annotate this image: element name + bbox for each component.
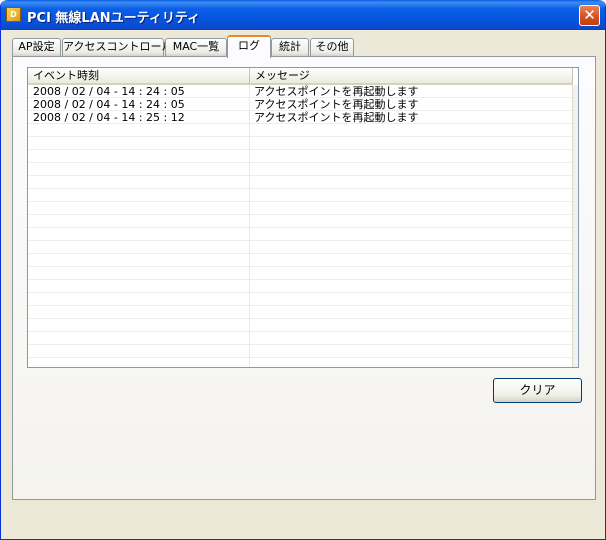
log-tab-panel: イベント時刻 メッセージ 2008 / 02 / 04 - 14 : 24 : … [12,56,596,500]
table-row[interactable]: 2008 / 02 / 04 - 14 : 24 : 05 アクセスポイントを再… [28,85,578,98]
event-time-cell: 2008 / 02 / 04 - 14 : 24 : 05 [33,98,185,111]
title-bar[interactable]: D PCI 無線LANユーティリティ ✕ [1,0,605,30]
log-list-header: イベント時刻 メッセージ [28,68,578,85]
tab-log[interactable]: ログ [227,35,271,58]
log-list-body: 2008 / 02 / 04 - 14 : 24 : 05 アクセスポイントを再… [28,85,578,367]
window-title: PCI 無線LANユーティリティ [27,11,201,26]
tab-access-control[interactable]: アクセスコントロール [62,38,172,56]
event-time-cell: 2008 / 02 / 04 - 14 : 24 : 05 [33,85,185,98]
clear-button[interactable]: クリア [493,378,582,403]
app-icon: D [6,7,21,22]
window-footer [10,504,598,530]
log-list[interactable]: イベント時刻 メッセージ 2008 / 02 / 04 - 14 : 24 : … [27,67,579,368]
message-cell: アクセスポイントを再起動します [254,111,419,124]
tab-mac-list[interactable]: MAC一覧 [165,38,227,56]
table-row[interactable]: 2008 / 02 / 04 - 14 : 24 : 05 アクセスポイントを再… [28,98,578,111]
column-divider [249,85,250,367]
event-time-cell: 2008 / 02 / 04 - 14 : 25 : 12 [33,111,185,124]
tab-ap-settings[interactable]: AP設定 [12,38,61,56]
table-row[interactable]: 2008 / 02 / 04 - 14 : 25 : 12 アクセスポイントを再… [28,111,578,124]
list-scroll-edge [572,85,578,367]
close-button[interactable]: ✕ [579,5,600,26]
column-header-event-time[interactable]: イベント時刻 [28,68,250,85]
message-cell: アクセスポイントを再起動します [254,98,419,111]
message-cell: アクセスポイントを再起動します [254,85,419,98]
column-header-message[interactable]: メッセージ [250,68,573,85]
tab-statistics[interactable]: 統計 [271,38,309,56]
utility-window: D PCI 無線LANユーティリティ ✕ AP設定 アクセスコントロール MAC… [0,0,606,540]
tab-other[interactable]: その他 [310,38,354,56]
